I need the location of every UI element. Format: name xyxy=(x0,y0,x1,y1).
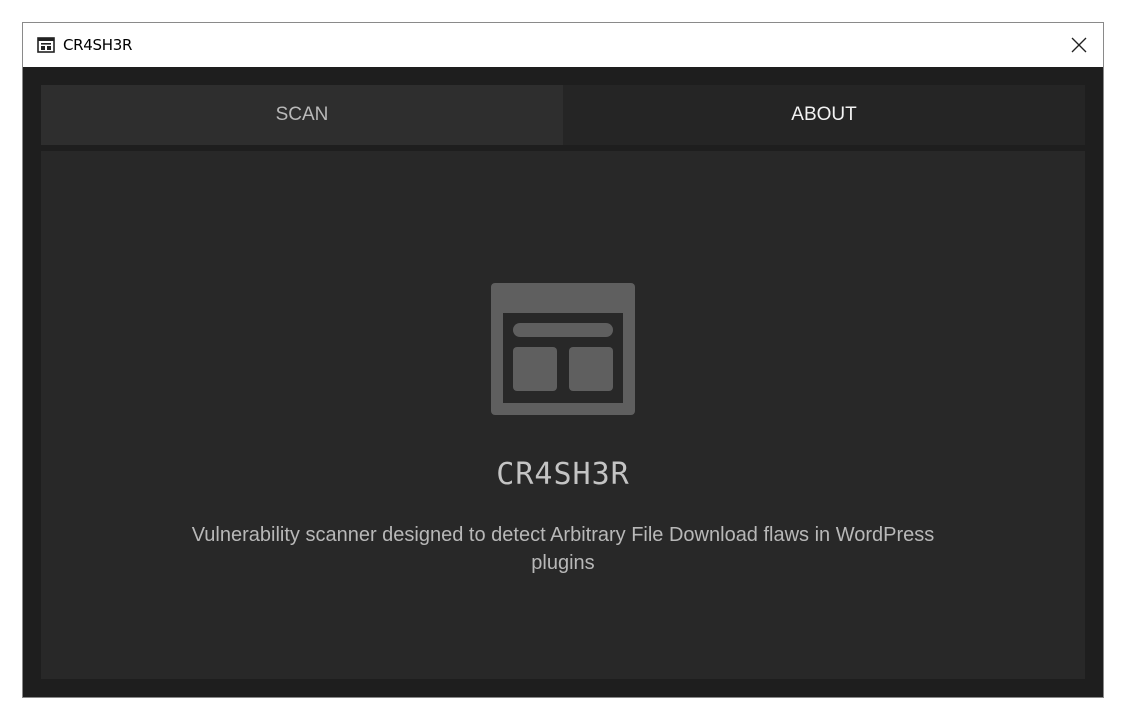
title-bar[interactable]: CR4SH3R xyxy=(23,23,1103,67)
tab-bar: SCAN ABOUT xyxy=(41,85,1085,145)
close-button[interactable] xyxy=(1055,23,1103,67)
tab-about[interactable]: ABOUT xyxy=(563,85,1085,145)
close-icon xyxy=(1071,37,1087,53)
window-title: CR4SH3R xyxy=(63,36,133,54)
tab-scan[interactable]: SCAN xyxy=(41,85,563,145)
about-panel: CR4SH3R Vulnerability scanner designed t… xyxy=(41,151,1085,679)
window-layout-icon xyxy=(491,283,635,415)
window-layout-icon xyxy=(37,36,55,54)
app-description: Vulnerability scanner designed to detect… xyxy=(191,524,935,574)
app-name: CR4SH3R xyxy=(496,457,630,492)
app-window: CR4SH3R SCAN ABOUT CR4SH3R Vulnerability… xyxy=(22,22,1104,698)
main-content: SCAN ABOUT CR4SH3R Vulnerability scanner… xyxy=(23,67,1103,697)
